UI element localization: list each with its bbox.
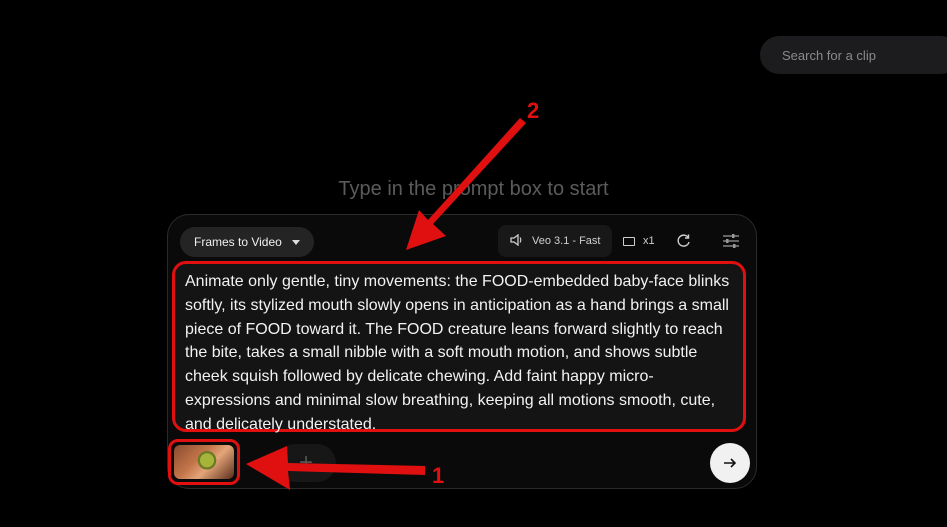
model-selector[interactable]: Veo 3.1 - Fast — [498, 225, 613, 257]
search-bar[interactable] — [760, 36, 947, 74]
refresh-button[interactable] — [674, 231, 694, 251]
prompt-panel: Frames to Video Veo 3.1 - Fast x1 Animat… — [167, 214, 757, 489]
annotation-marker-2: 2 — [527, 98, 540, 123]
aspect-ratio-icon — [623, 236, 635, 246]
output-settings[interactable]: x1 — [623, 229, 655, 253]
chevron-down-icon — [291, 239, 300, 245]
model-label: Veo 3.1 - Fast — [532, 235, 601, 247]
add-frame-button[interactable]: + — [276, 444, 336, 482]
prompt-textarea[interactable]: Animate only gentle, tiny movements: the… — [172, 261, 746, 433]
settings-button[interactable] — [721, 231, 741, 251]
sliders-icon — [723, 234, 739, 248]
start-frame-thumbnail[interactable] — [168, 439, 240, 485]
mode-label: Frames to Video — [194, 235, 282, 249]
search-input[interactable] — [780, 46, 944, 64]
plus-icon: + — [298, 449, 313, 476]
speaker-icon — [510, 233, 524, 249]
annotation-marker-1: 1 — [432, 463, 445, 488]
arrow-right-icon — [724, 458, 737, 468]
empty-state-hint: Type in the prompt box to start — [338, 178, 609, 200]
mode-dropdown[interactable]: Frames to Video — [180, 227, 314, 257]
frame-image — [174, 445, 234, 479]
refresh-icon — [677, 234, 690, 247]
output-count: x1 — [643, 235, 655, 247]
submit-button[interactable] — [710, 443, 750, 483]
